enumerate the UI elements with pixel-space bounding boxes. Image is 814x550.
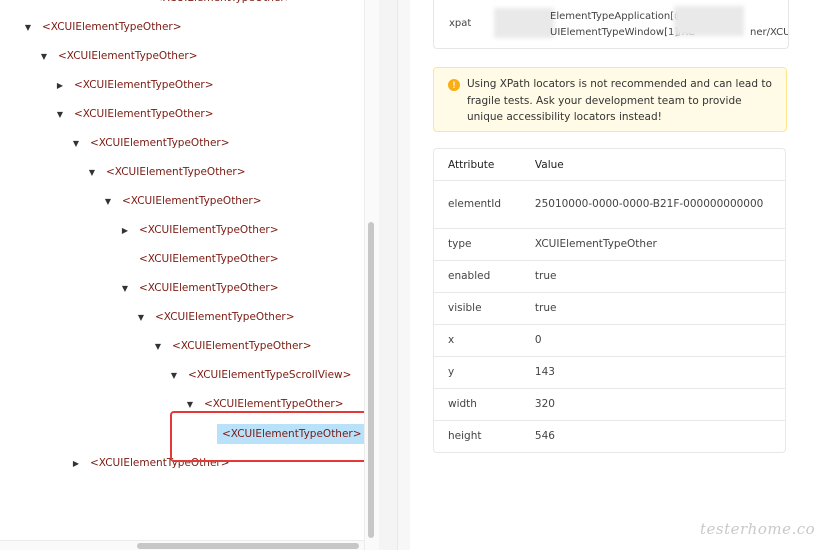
tree-node-label: <XCUIElementTypeOther> bbox=[106, 166, 246, 178]
tree-node[interactable]: ▼ <XCUIElementTypeOther> bbox=[150, 335, 316, 357]
highlight-annotation-box bbox=[170, 411, 364, 462]
attribute-name: type bbox=[434, 229, 521, 261]
caret-down-icon[interactable]: ▼ bbox=[150, 336, 166, 358]
redacted-area bbox=[494, 8, 554, 38]
tree-node-label: <XCUIElementTypeScrollView> bbox=[188, 369, 352, 381]
tree-node-label: <XCUIElementTypeOther> bbox=[139, 253, 279, 265]
tree-node[interactable]: ▼ <XCUIElementTypeOther> bbox=[117, 277, 283, 299]
caret-down-icon[interactable]: ▼ bbox=[36, 46, 52, 68]
attribute-name: enabled bbox=[434, 261, 521, 293]
tree-node[interactable]: ▼ <XCUIElementTypeOther> bbox=[84, 161, 250, 183]
column-header-attribute: Attribute bbox=[434, 149, 521, 181]
table-row: y 143 bbox=[434, 357, 785, 389]
tree-node-label: <XCUIElementTypeOther> bbox=[172, 340, 312, 352]
redacted-area bbox=[674, 6, 744, 36]
tree-node-label: <XCUIElementTypeOther> bbox=[122, 195, 262, 207]
element-tree-panel: <XCUIElementTypeOther> ▼ <XCUIElementType… bbox=[0, 0, 364, 550]
tree-node[interactable]: <XCUIElementTypeOther> bbox=[150, 0, 298, 9]
caret-right-icon[interactable]: ▶ bbox=[68, 453, 84, 475]
xpath-warning-alert: ! Using XPath locators is not recommende… bbox=[433, 67, 787, 132]
attribute-value[interactable]: 320 bbox=[520, 389, 785, 421]
attribute-value[interactable]: true bbox=[520, 261, 785, 293]
xpath-value-line: UIElementTypeWindow[1]/XC bbox=[550, 27, 695, 38]
attributes-table: Attribute Value elementId 25010000-0000-… bbox=[433, 148, 786, 453]
table-row: width 320 bbox=[434, 389, 785, 421]
tree-node-label: <XCUIElementTypeOther> bbox=[74, 79, 214, 91]
table-header-row: Attribute Value bbox=[434, 149, 785, 181]
tree-node[interactable]: ▶<XCUIElementTypeOther> bbox=[117, 248, 283, 270]
caret-right-icon[interactable]: ▶ bbox=[117, 220, 133, 242]
tree-node-label: <XCUIElementTypeOther> bbox=[204, 398, 344, 410]
table-row: visible true bbox=[434, 293, 785, 325]
caret-down-icon[interactable]: ▼ bbox=[52, 104, 68, 126]
attribute-value[interactable]: 143 bbox=[520, 357, 785, 389]
caret-down-icon[interactable]: ▼ bbox=[20, 17, 36, 39]
tree-node-label: <XCUIElementTypeOther> bbox=[74, 108, 214, 120]
caret-down-icon[interactable]: ▼ bbox=[100, 191, 116, 213]
tree-node[interactable]: ▶ <XCUIElementTypeOther> bbox=[117, 219, 283, 241]
watermark: testerhome.com bbox=[700, 520, 814, 538]
attribute-name: y bbox=[434, 357, 521, 389]
horizontal-scroll-thumb[interactable] bbox=[137, 543, 359, 549]
attribute-value[interactable]: 0 bbox=[520, 325, 785, 357]
caret-down-icon[interactable]: ▼ bbox=[133, 307, 149, 329]
xpath-value-line: ner/XCU bbox=[750, 27, 789, 38]
tree-node[interactable]: ▼ <XCUIElementTypeOther> bbox=[100, 190, 266, 212]
xpath-label: xpat bbox=[449, 18, 472, 29]
tree-node-label: <XCUIElementTypeOther> bbox=[58, 50, 198, 62]
xpath-box: xpat ElementTypeApplication[@n UIElement… bbox=[433, 0, 789, 49]
tree-node-label: <XCUIElementTypeOther> bbox=[150, 0, 298, 6]
tree-node[interactable]: ▼ <XCUIElementTypeOther> bbox=[52, 103, 218, 125]
tree-node[interactable]: ▶ <XCUIElementTypeOther> bbox=[52, 74, 218, 96]
tree-node[interactable]: ▼ <XCUIElementTypeOther> bbox=[36, 45, 202, 67]
table-row: height 546 bbox=[434, 421, 785, 452]
vertical-scroll-thumb[interactable] bbox=[368, 222, 374, 538]
warning-icon: ! bbox=[448, 79, 460, 91]
vertical-scrollbar[interactable] bbox=[364, 0, 380, 550]
table-row: type XCUIElementTypeOther bbox=[434, 229, 785, 261]
element-details-panel: xpat ElementTypeApplication[@n UIElement… bbox=[410, 0, 814, 550]
tree-node[interactable]: ▼ <XCUIElementTypeOther> bbox=[133, 306, 299, 328]
panel-divider bbox=[397, 0, 410, 550]
xpath-value-line: ElementTypeApplication[@n bbox=[550, 11, 691, 22]
attribute-name: visible bbox=[434, 293, 521, 325]
caret-down-icon[interactable]: ▼ bbox=[166, 365, 182, 387]
table-row: elementId 25010000-0000-0000-B21F-000000… bbox=[434, 181, 785, 229]
attribute-name: height bbox=[448, 430, 482, 442]
caret-down-icon[interactable]: ▼ bbox=[84, 162, 100, 184]
caret-right-icon[interactable]: ▶ bbox=[52, 75, 68, 97]
attribute-name: elementId bbox=[434, 181, 521, 229]
attribute-name: x bbox=[434, 325, 521, 357]
tree-node-label: <XCUIElementTypeOther> bbox=[42, 21, 182, 33]
caret-down-icon[interactable]: ▼ bbox=[68, 133, 84, 155]
tree-node-label: <XCUIElementTypeOther> bbox=[155, 311, 295, 323]
tree-node-label: <XCUIElementTypeOther> bbox=[139, 282, 279, 294]
attribute-value[interactable]: 546 bbox=[521, 421, 785, 452]
tree-node[interactable]: ▼ <XCUIElementTypeOther> bbox=[68, 132, 234, 154]
table-row: x 0 bbox=[434, 325, 785, 357]
caret-down-icon[interactable]: ▼ bbox=[117, 278, 133, 300]
tree-node[interactable]: ▼ <XCUIElementTypeOther> bbox=[20, 16, 186, 38]
tree-node-label: <XCUIElementTypeOther> bbox=[139, 224, 279, 236]
attribute-value[interactable]: true bbox=[520, 293, 785, 325]
attribute-value[interactable]: XCUIElementTypeOther bbox=[520, 229, 785, 261]
table-row: enabled true bbox=[434, 261, 785, 293]
tree-node[interactable]: ▼ <XCUIElementTypeScrollView> bbox=[166, 364, 355, 386]
attribute-name: width bbox=[434, 389, 521, 421]
warning-text: Using XPath locators is not recommended … bbox=[467, 78, 772, 123]
tree-node-label: <XCUIElementTypeOther> bbox=[90, 137, 230, 149]
column-header-value: Value bbox=[520, 149, 785, 181]
attribute-value[interactable]: 25010000-0000-0000-B21F-000000000000 bbox=[520, 181, 785, 229]
panel-splitter[interactable] bbox=[379, 0, 397, 550]
